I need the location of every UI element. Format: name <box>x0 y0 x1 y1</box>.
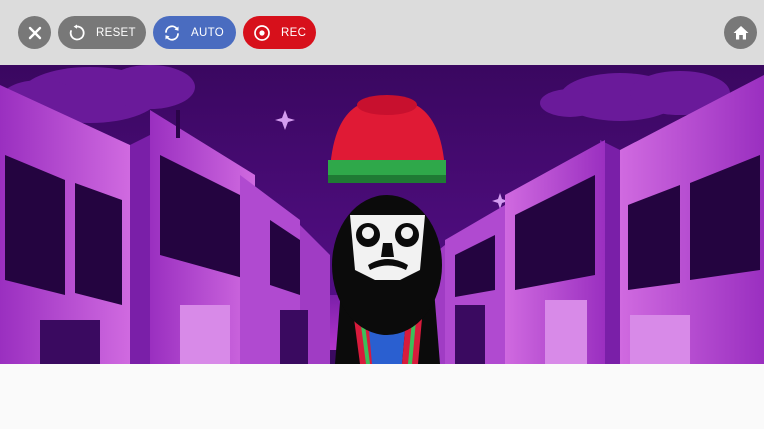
home-icon <box>733 25 748 39</box>
auto-button[interactable]: AUTO <box>153 16 236 49</box>
auto-refresh-icon <box>161 22 183 44</box>
close-icon <box>28 26 41 39</box>
home-button[interactable] <box>724 16 757 49</box>
bottom-panel <box>0 364 764 429</box>
auto-label: AUTO <box>191 26 224 39</box>
rec-button[interactable]: REC <box>243 16 316 49</box>
reset-label: RESET <box>96 26 136 39</box>
reset-icon <box>66 22 88 44</box>
rec-label: REC <box>281 26 307 39</box>
close-button[interactable] <box>18 16 51 49</box>
record-icon <box>251 22 273 44</box>
street-background <box>0 65 764 364</box>
game-scene <box>0 65 764 364</box>
top-toolbar: RESET AUTO REC <box>0 0 764 65</box>
reset-button[interactable]: RESET <box>58 16 146 49</box>
hat-character <box>328 95 446 364</box>
